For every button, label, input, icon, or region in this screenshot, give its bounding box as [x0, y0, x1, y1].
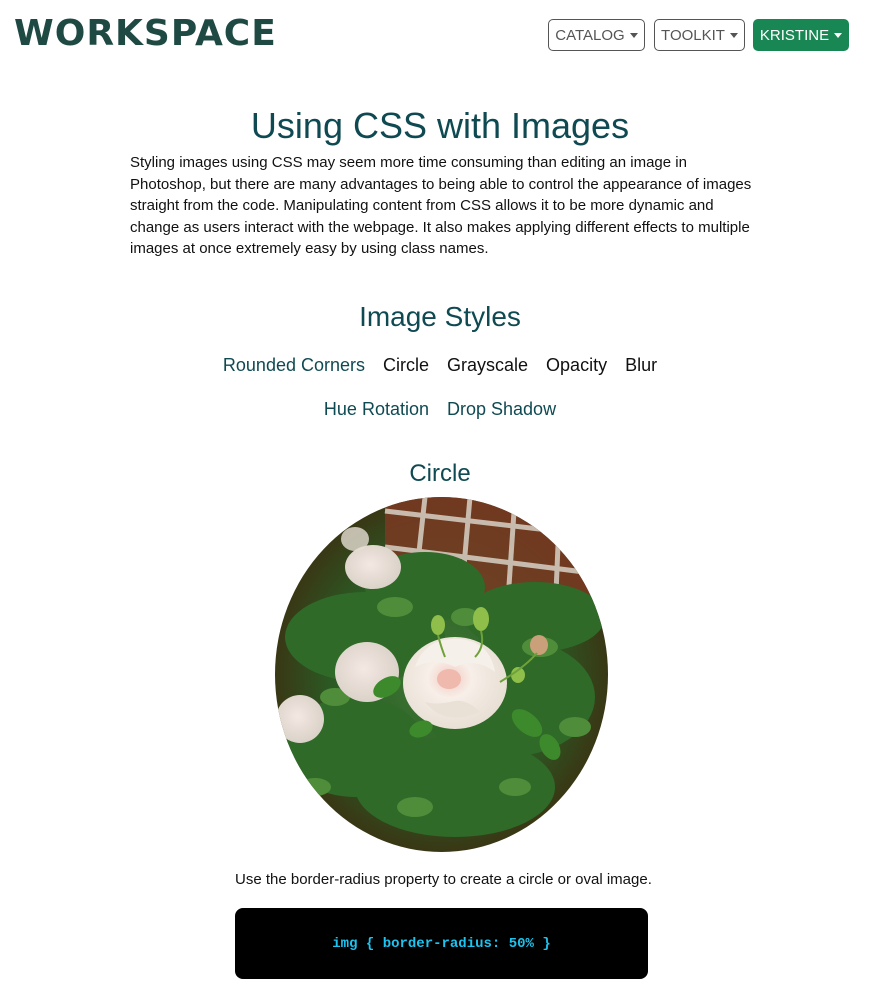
style-link-rounded-corners[interactable]: Rounded Corners	[223, 343, 365, 387]
circle-caption: Use the border-radius property to create…	[235, 871, 652, 888]
style-link-hue-rotation[interactable]: Hue Rotation	[324, 387, 429, 431]
image-styles-nav: Rounded Corners Circle Grayscale Opacity…	[200, 343, 680, 431]
style-link-blur[interactable]: Blur	[625, 343, 657, 387]
style-link-drop-shadow[interactable]: Drop Shadow	[447, 387, 556, 431]
user-menu-button[interactable]: KRISTINE	[753, 19, 849, 51]
page-title: Using CSS with Images	[250, 105, 630, 146]
rose-photo	[275, 497, 608, 852]
style-link-circle[interactable]: Circle	[383, 343, 429, 387]
catalog-dropdown-button[interactable]: CATALOG	[548, 19, 645, 51]
catalog-label: CATALOG	[555, 26, 625, 44]
toolkit-label: TOOLKIT	[661, 26, 725, 44]
chevron-down-icon	[629, 32, 638, 38]
toolkit-dropdown-button[interactable]: TOOLKIT	[654, 19, 745, 51]
style-link-grayscale[interactable]: Grayscale	[447, 343, 528, 387]
user-label: KRISTINE	[759, 26, 830, 44]
code-text: img { border-radius: 50% }	[332, 935, 551, 952]
image-styles-heading: Image Styles	[359, 301, 521, 332]
circle-heading: Circle	[409, 460, 471, 487]
site-logo[interactable]: WORKSPACE	[14, 14, 277, 54]
style-link-opacity[interactable]: Opacity	[546, 343, 607, 387]
chevron-down-icon	[834, 32, 843, 38]
code-snippet: img { border-radius: 50% }	[235, 908, 648, 979]
rose-photo-image	[275, 497, 608, 852]
intro-paragraph: Styling images using CSS may seem more t…	[130, 154, 752, 257]
chevron-down-icon	[729, 32, 738, 38]
navbar: WORKSPACE CATALOG TOOLKIT KRISTINE	[0, 0, 880, 72]
